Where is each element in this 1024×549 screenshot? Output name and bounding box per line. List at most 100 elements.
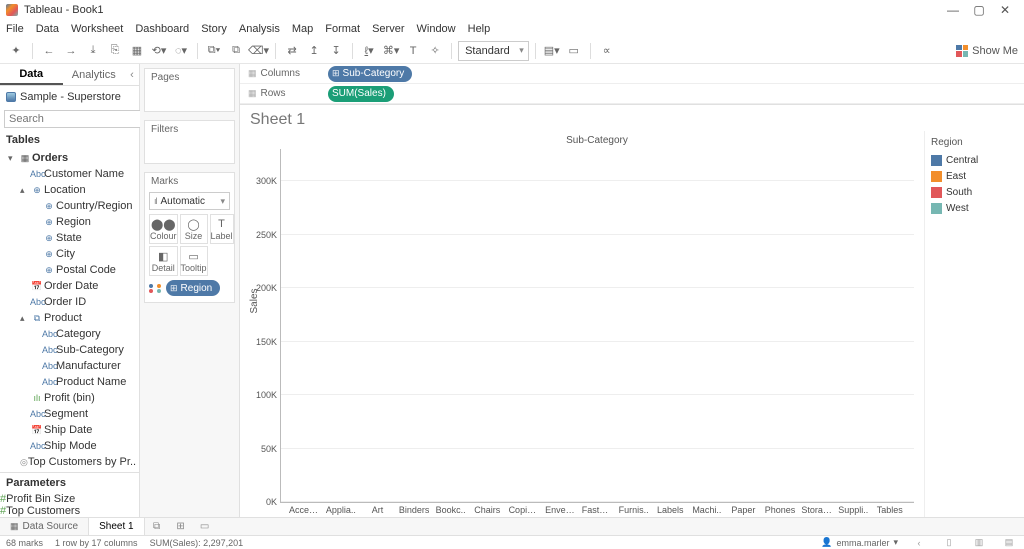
- field-orders[interactable]: ▾▦Orders: [2, 150, 137, 166]
- new-data-button[interactable]: ⎘: [105, 41, 125, 61]
- analytics-tab[interactable]: Analytics: [63, 64, 126, 85]
- swap-button[interactable]: ⇄: [282, 41, 302, 61]
- field-ship-date[interactable]: 📅Ship Date: [2, 422, 137, 438]
- new-story-tab-button[interactable]: ▭: [193, 518, 217, 535]
- menu-data[interactable]: Data: [36, 23, 59, 35]
- mark-tooltip-button[interactable]: ▭Tooltip: [180, 246, 208, 276]
- tableau-icon[interactable]: ✦: [6, 41, 26, 61]
- field-city[interactable]: ⊕City: [2, 246, 137, 262]
- collapse-sidebar-button[interactable]: ‹: [125, 64, 139, 85]
- menu-story[interactable]: Story: [201, 23, 227, 35]
- param-profit-bin-size[interactable]: #Profit Bin Size: [0, 493, 139, 505]
- legend-item-west[interactable]: West: [931, 200, 1018, 216]
- status-view1-button[interactable]: ‹: [910, 538, 928, 548]
- field-segment[interactable]: AbcSegment: [2, 406, 137, 422]
- chart-plot-area[interactable]: Sales 0K50K100K150K200K250K300K: [280, 149, 914, 503]
- field-type-icon: ılı: [30, 393, 44, 403]
- sort-desc-button[interactable]: ↧: [326, 41, 346, 61]
- menu-file[interactable]: File: [6, 23, 24, 35]
- menu-map[interactable]: Map: [292, 23, 313, 35]
- menu-format[interactable]: Format: [325, 23, 360, 35]
- redo-button[interactable]: →: [61, 41, 81, 61]
- menu-worksheet[interactable]: Worksheet: [71, 23, 123, 35]
- mark-label-button[interactable]: TLabel: [210, 214, 234, 244]
- sort-asc-button[interactable]: ↥: [304, 41, 324, 61]
- rows-shelf[interactable]: SUM(Sales): [320, 86, 1024, 102]
- field-label: Customer Name: [44, 168, 124, 180]
- field-manufacturer[interactable]: AbcManufacturer: [2, 358, 137, 374]
- legend-item-south[interactable]: South: [931, 184, 1018, 200]
- mark-size-button[interactable]: ◯Size: [180, 214, 208, 244]
- field-label: Order Date: [44, 280, 98, 292]
- field-label: State: [56, 232, 82, 244]
- data-tab[interactable]: Data: [0, 64, 63, 85]
- param-top-customers[interactable]: #Top Customers: [0, 505, 139, 517]
- marks-color-pill[interactable]: ⊞ Region: [166, 280, 220, 296]
- field-product-name[interactable]: AbcProduct Name: [2, 374, 137, 390]
- field-top-customers-by-pr-[interactable]: ◎Top Customers by Pr...: [2, 454, 137, 470]
- field-profit-bin-[interactable]: ılıProfit (bin): [2, 390, 137, 406]
- duplicate-button[interactable]: ⧉: [226, 41, 246, 61]
- window-maximize-button[interactable]: ▢: [966, 3, 992, 17]
- field-postal-code[interactable]: ⊕Postal Code: [2, 262, 137, 278]
- field-order-date[interactable]: 📅Order Date: [2, 278, 137, 294]
- new-worksheet-button[interactable]: ⧉▾: [204, 41, 224, 61]
- label-button[interactable]: T: [403, 41, 423, 61]
- rows-pill[interactable]: SUM(Sales): [328, 86, 394, 102]
- legend-item-east[interactable]: East: [931, 168, 1018, 184]
- refresh-button[interactable]: ⟲▾: [149, 41, 169, 61]
- new-dashboard-tab-button[interactable]: ⊞: [169, 518, 193, 535]
- run-button[interactable]: ◌▾: [171, 41, 191, 61]
- data-source-tab[interactable]: ▦Data Source: [0, 518, 89, 535]
- field-ship-mode[interactable]: AbcShip Mode: [2, 438, 137, 454]
- field-product[interactable]: ▴⧉Product: [2, 310, 137, 326]
- presentation-button[interactable]: ▭: [564, 41, 584, 61]
- field-category[interactable]: AbcCategory: [2, 326, 137, 342]
- pause-button[interactable]: ▦: [127, 41, 147, 61]
- pin-button[interactable]: ✧: [425, 41, 445, 61]
- highlight-button[interactable]: ℓ▾: [359, 41, 379, 61]
- menu-server[interactable]: Server: [372, 23, 404, 35]
- mark-colour-button[interactable]: ⬤⬤Colour: [149, 214, 178, 244]
- show-cards-button[interactable]: ▤▾: [542, 41, 562, 61]
- caret-icon: ▴: [20, 185, 30, 196]
- datasource-row[interactable]: Sample - Superstore: [0, 86, 139, 108]
- clear-button[interactable]: ⌫▾: [248, 41, 269, 61]
- columns-pill[interactable]: ⊞ Sub-Category: [328, 66, 412, 82]
- field-location[interactable]: ▴⊕Location: [2, 182, 137, 198]
- window-minimize-button[interactable]: ―: [940, 3, 966, 17]
- x-tick-label: Chairs: [472, 505, 503, 515]
- y-tick-label: 50K: [261, 444, 281, 454]
- field-country-region[interactable]: ⊕Country/Region: [2, 198, 137, 214]
- undo-button[interactable]: ←: [39, 41, 59, 61]
- save-button[interactable]: ⤓: [83, 41, 103, 61]
- user-menu[interactable]: 👤 emma.marler ▾: [821, 537, 898, 548]
- status-view4-button[interactable]: ▤: [1000, 537, 1018, 548]
- sheet-tab[interactable]: Sheet 1: [89, 518, 144, 535]
- gridline: [281, 394, 914, 395]
- columns-shelf[interactable]: ⊞ Sub-Category: [320, 66, 1024, 82]
- field-sub-category[interactable]: AbcSub-Category: [2, 342, 137, 358]
- field-customer-name[interactable]: AbcCustomer Name: [2, 166, 137, 182]
- status-view3-button[interactable]: ▥: [970, 537, 988, 548]
- field-state[interactable]: ⊕State: [2, 230, 137, 246]
- show-me-button[interactable]: Show Me: [956, 45, 1018, 57]
- menu-help[interactable]: Help: [468, 23, 491, 35]
- search-input[interactable]: [4, 110, 156, 128]
- share-button[interactable]: ∝: [597, 41, 617, 61]
- menu-analysis[interactable]: Analysis: [239, 23, 280, 35]
- fit-dropdown[interactable]: Standard: [458, 41, 529, 61]
- legend-item-central[interactable]: Central: [931, 152, 1018, 168]
- sheet-title[interactable]: Sheet 1: [240, 105, 1024, 131]
- filters-shelf-header: Filters: [145, 121, 234, 138]
- group-button[interactable]: ⌘▾: [381, 41, 401, 61]
- mark-detail-button[interactable]: ◧Detail: [149, 246, 178, 276]
- new-worksheet-tab-button[interactable]: ⧉: [145, 518, 169, 535]
- field-region[interactable]: ⊕Region: [2, 214, 137, 230]
- mark-type-dropdown[interactable]: Automatic: [149, 192, 230, 210]
- field-order-id[interactable]: AbcOrder ID: [2, 294, 137, 310]
- menu-dashboard[interactable]: Dashboard: [135, 23, 189, 35]
- menu-window[interactable]: Window: [417, 23, 456, 35]
- window-close-button[interactable]: ✕: [992, 3, 1018, 17]
- status-view2-button[interactable]: ▯: [940, 537, 958, 548]
